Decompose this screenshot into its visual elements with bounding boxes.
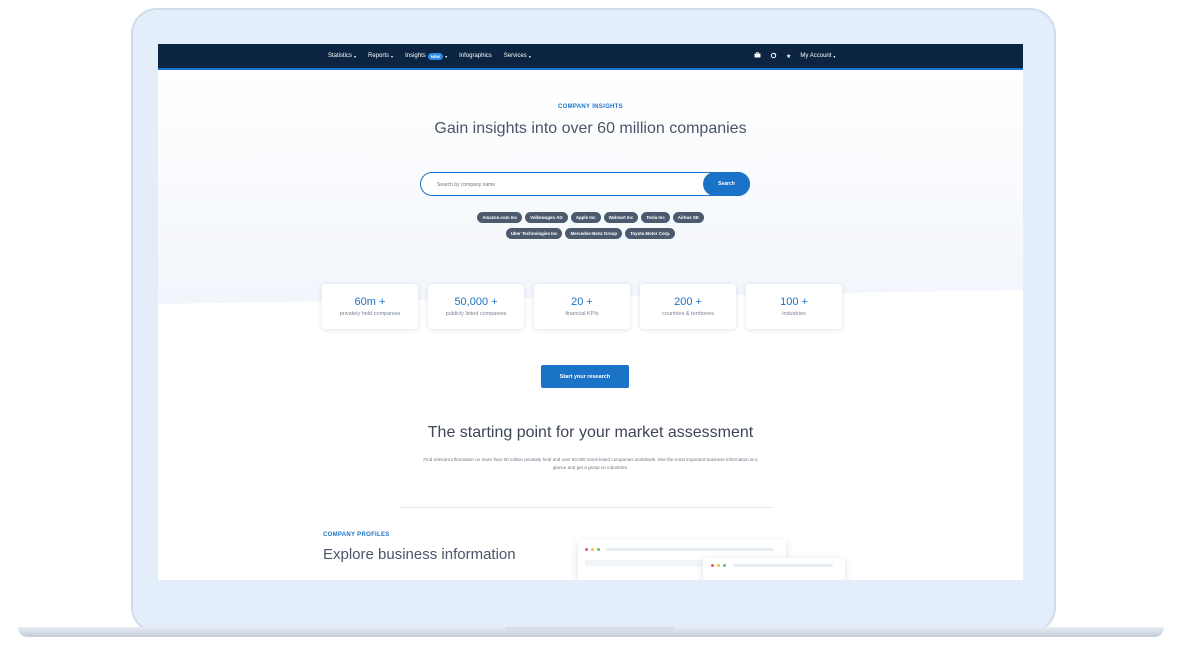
stat-card: 20 + financial KPIs (534, 284, 630, 329)
top-navigation-bar: Statistics ▾ Reports ▾ Insights NEW ▾ In… (158, 44, 1023, 70)
company-chip[interactable]: Volkswagen AG (525, 212, 568, 223)
my-account-menu[interactable]: My Account ▾ (800, 53, 835, 59)
nav-infographics-label: Infographics (459, 53, 492, 59)
preview-bar (606, 548, 774, 551)
main-menu: Statistics ▾ Reports ▾ Insights NEW ▾ In… (328, 44, 531, 68)
company-profiles-eyebrow: COMPANY PROFILES (323, 532, 390, 538)
preview-window (703, 558, 845, 580)
stat-card: 60m + privately held companies (322, 284, 418, 329)
start-research-button[interactable]: Start your research (541, 365, 629, 388)
window-dot-green (597, 548, 600, 551)
nav-reports[interactable]: Reports ▾ (368, 53, 393, 59)
stats-cards: 60m + privately held companies 50,000 + … (322, 284, 842, 329)
stat-card: 200 + countries & territories (640, 284, 736, 329)
chevron-down-icon: ▾ (445, 53, 448, 59)
window-dot-yellow (591, 548, 594, 551)
stat-value: 200 + (674, 296, 702, 308)
new-badge: NEW (427, 52, 444, 60)
stat-label: privately held companies (339, 311, 401, 317)
nav-infographics[interactable]: Infographics (459, 53, 492, 59)
laptop-notch (505, 627, 675, 632)
preview-bar (733, 564, 833, 567)
chevron-down-icon: ▾ (528, 53, 531, 59)
nav-insights-label: Insights (405, 53, 426, 59)
assessment-heading: The starting point for your market asses… (427, 424, 754, 441)
page-title: Gain insights into over 60 million compa… (434, 120, 747, 137)
stat-label: industries (782, 311, 806, 317)
window-dot-green (723, 564, 726, 567)
window-dot-yellow (717, 564, 720, 567)
profiles-heading: Explore business information (323, 546, 516, 563)
stat-label: publicly listed companies (445, 311, 507, 317)
company-chip[interactable]: Uber Technologies Inc (505, 228, 563, 239)
nav-services-label: Services (503, 53, 527, 59)
section-divider (400, 507, 772, 508)
star-icon[interactable]: ★ (786, 53, 791, 60)
stat-value: 20 + (571, 296, 593, 308)
stat-label: countries & territories (662, 311, 714, 317)
company-chip[interactable]: Airbus SE (672, 212, 704, 223)
stat-value: 60m + (354, 296, 386, 308)
chevron-down-icon: ▾ (833, 53, 836, 59)
nav-insights[interactable]: Insights NEW ▾ (405, 52, 448, 60)
assessment-description: Find relevant information on more than 6… (423, 457, 758, 470)
search-input[interactable] (435, 176, 699, 194)
account-menu: ★ My Account ▾ (754, 44, 835, 68)
nav-reports-label: Reports (368, 53, 390, 59)
company-search-bar: Search (420, 172, 750, 196)
nav-services[interactable]: Services ▾ (504, 53, 531, 59)
stat-card: 100 + industries (746, 284, 842, 329)
company-chip[interactable]: Mercedes-Benz Group (565, 228, 623, 239)
suggested-companies-row-1: Amazon.com Inc Volkswagen AG Apple Inc W… (158, 212, 1023, 223)
company-chip[interactable]: Walmart Inc (603, 212, 639, 223)
stat-card: 50,000 + publicly listed companies (428, 284, 524, 329)
preview-bar (585, 560, 705, 566)
company-insights-eyebrow: COMPANY INSIGHTS (558, 104, 623, 110)
nav-statistics-label: Statistics (328, 53, 353, 59)
company-chip[interactable]: Amazon.com Inc (477, 212, 523, 223)
window-dot-red (585, 548, 588, 551)
stat-value: 50,000 + (454, 296, 498, 308)
chevron-down-icon: ▾ (354, 53, 357, 59)
stat-value: 100 + (780, 296, 808, 308)
my-account-label: My Account (800, 53, 832, 59)
refresh-icon[interactable] (770, 52, 777, 61)
company-chip[interactable]: Toyota Motor Corp. (625, 228, 676, 239)
browser-screen: Statistics ▾ Reports ▾ Insights NEW ▾ In… (158, 44, 1023, 580)
company-chip[interactable]: Tesla Inc (641, 212, 670, 223)
window-dot-red (711, 564, 714, 567)
search-button[interactable]: Search (703, 172, 750, 196)
chevron-down-icon: ▾ (391, 53, 394, 59)
suggested-companies-row-2: Uber Technologies Inc Mercedes-Benz Grou… (158, 228, 1023, 239)
company-chip[interactable]: Apple Inc (570, 212, 601, 223)
nav-statistics[interactable]: Statistics ▾ (328, 53, 356, 59)
stat-label: financial KPIs (565, 311, 599, 317)
briefcase-icon[interactable] (754, 52, 761, 60)
